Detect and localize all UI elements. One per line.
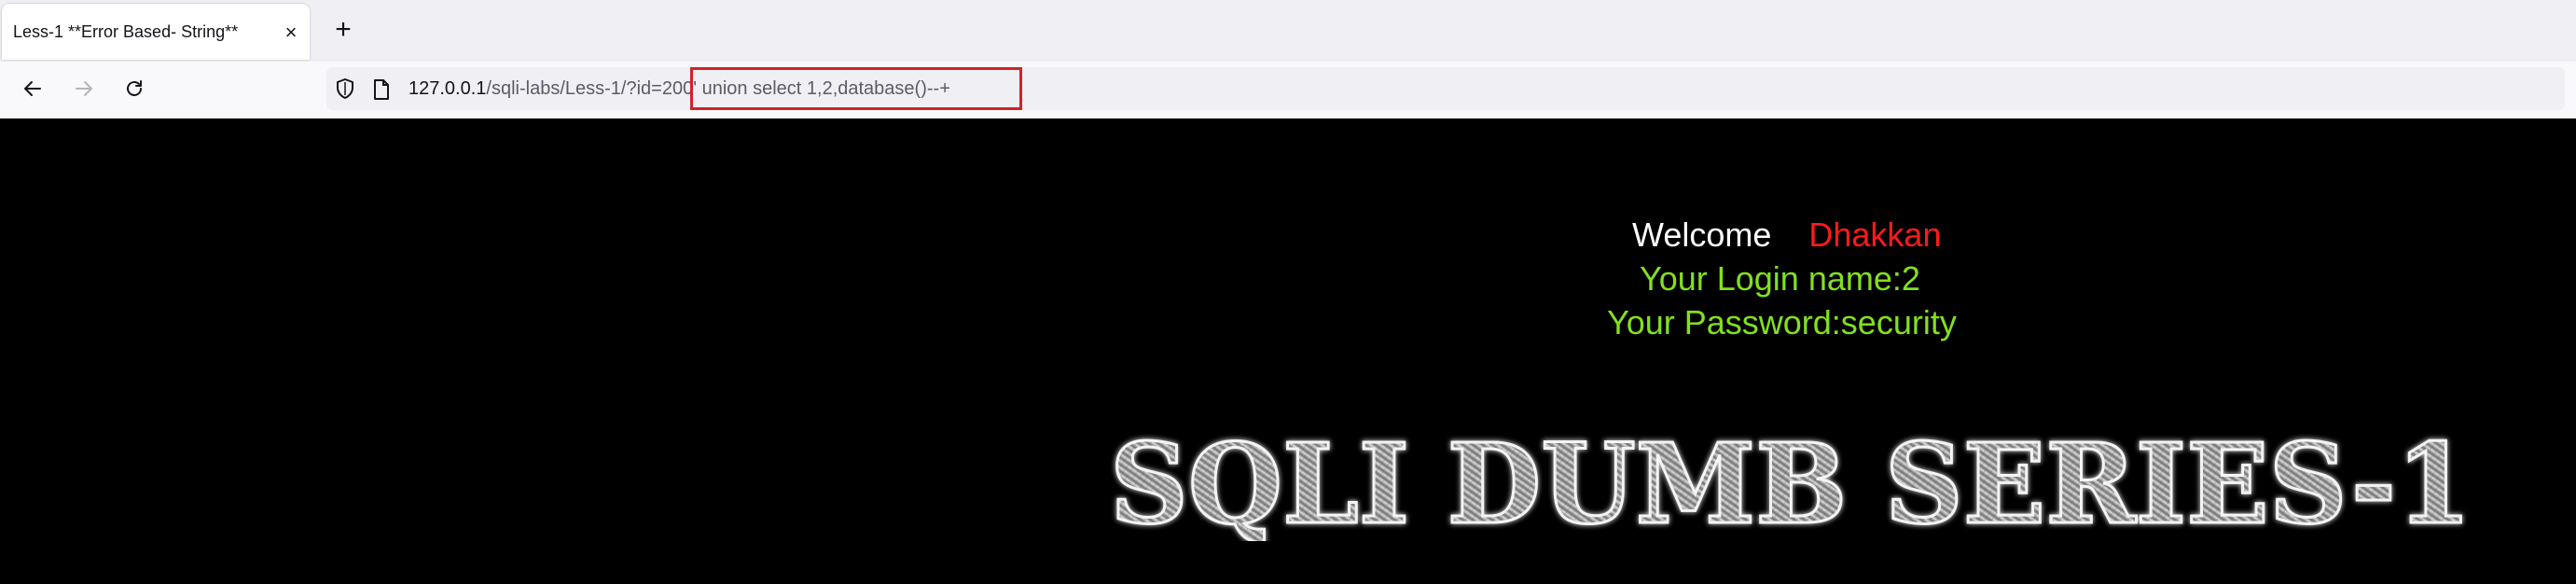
close-tab-icon[interactable]: × [280,21,302,44]
browser-chrome: Less-1 **Error Based- String** × + 127.0… [0,0,2576,119]
back-button[interactable] [17,73,48,104]
page-icon[interactable] [371,78,392,101]
banner-title: SQLI DUMB SERIES-1 [1110,429,2472,541]
url-host: 127.0.0.1 [409,78,487,99]
reload-button[interactable] [118,73,150,104]
url-path: /sqli-labs/Less-1/?id= [486,78,662,99]
tab-less-1[interactable]: Less-1 **Error Based- String** × [2,4,310,60]
payload-highlight-box [690,67,1022,110]
url-bar[interactable]: 127.0.0.1/sqli-labs/Less-1/?id=200' unio… [326,67,2565,110]
user-name: Dhakkan [1808,216,1942,254]
navigation-bar: 127.0.0.1/sqli-labs/Less-1/?id=200' unio… [0,62,2576,119]
login-name-result: Your Login name:2 [1640,259,1920,298]
password-result: Your Password:security [1607,303,1957,341]
welcome-line: Welcome Dhakkan [1632,216,1941,255]
page-content: Welcome Dhakkan Your Login name:2 Your Pa… [0,118,2576,584]
arrow-left-icon [24,81,41,96]
welcome-text: Welcome [1632,216,1772,254]
sqli-dumb-series-banner: SQLI DUMB SERIES-1 [1109,429,2473,541]
shield-icon[interactable] [334,77,356,100]
forward-button[interactable] [68,73,100,104]
reload-icon [127,80,142,96]
arrow-right-icon [76,81,92,96]
new-tab-button[interactable]: + [328,14,358,45]
tab-strip: Less-1 **Error Based- String** × + [0,0,2576,62]
tab-title: Less-1 **Error Based- String** [13,22,239,41]
